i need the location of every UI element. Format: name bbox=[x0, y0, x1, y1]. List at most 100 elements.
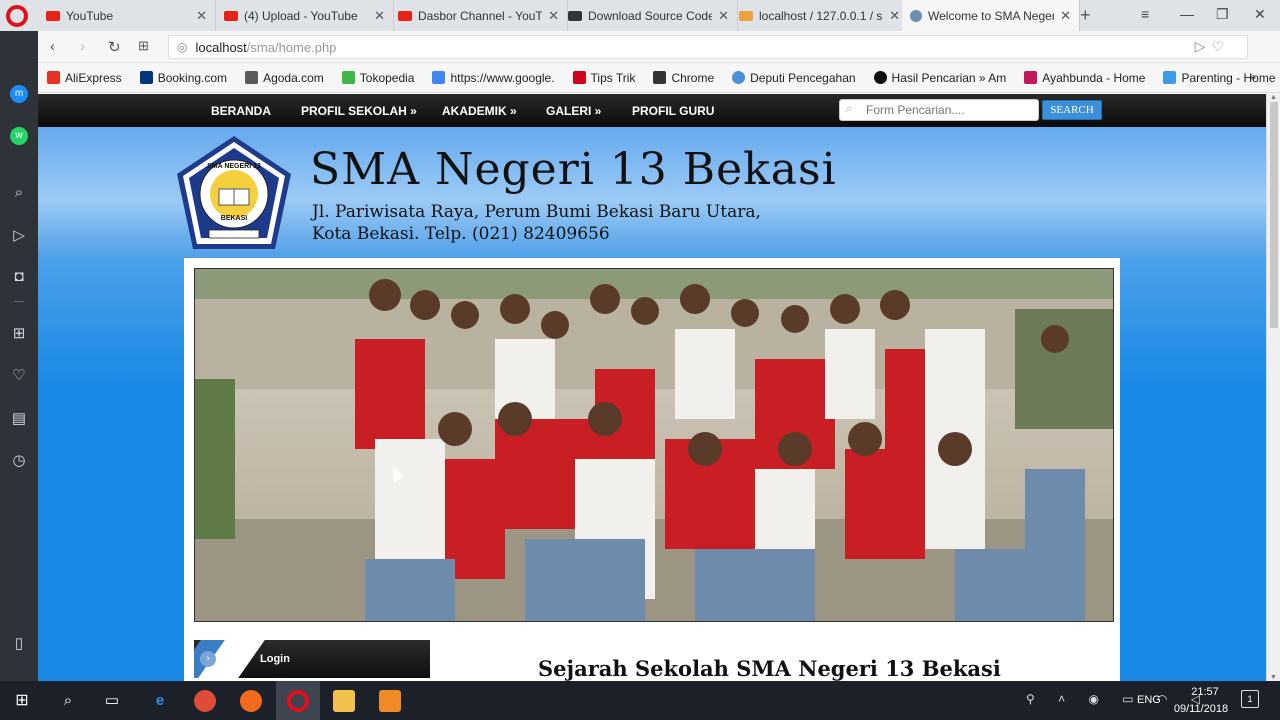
url-host: localhost bbox=[195, 39, 247, 55]
site-search-input[interactable] bbox=[839, 99, 1039, 121]
site-search-button[interactable]: SEARCH bbox=[1042, 100, 1102, 120]
close-tab-icon[interactable]: ✕ bbox=[718, 8, 729, 24]
firefox-icon[interactable] bbox=[240, 690, 262, 712]
news-icon[interactable]: ▤ bbox=[10, 410, 28, 428]
source-code-icon bbox=[568, 10, 582, 21]
opera-icon[interactable] bbox=[287, 690, 309, 712]
clock-time[interactable]: 21:57 bbox=[1180, 686, 1230, 698]
tab-title: (4) Upload - YouTube bbox=[244, 8, 358, 23]
browser-tab-youtube[interactable]: YouTube ✕ bbox=[38, 0, 216, 31]
document-icon bbox=[653, 71, 667, 84]
browser-tab-dasbor-channel[interactable]: Dasbor Channel - YouTu ✕ bbox=[390, 0, 568, 31]
search-icon: ⌕ bbox=[846, 101, 853, 115]
google-icon bbox=[432, 71, 446, 84]
close-tab-icon[interactable]: ✕ bbox=[548, 8, 559, 24]
scroll-down-icon[interactable]: ▼ bbox=[1270, 674, 1277, 681]
parenting-icon bbox=[1163, 71, 1177, 84]
speed-dial-icon[interactable]: ⊞ bbox=[10, 325, 28, 343]
page-scrollbar[interactable]: ▲ ▼ bbox=[1266, 94, 1280, 681]
speed-dial-icon[interactable]: ⊞ bbox=[138, 38, 149, 54]
bookmark-tips-trik[interactable]: Tips Trik bbox=[564, 71, 645, 85]
browser-tab-phpmyadmin[interactable]: localhost / 127.0.0.1 / sm ✕ bbox=[731, 0, 909, 31]
arrow-right-icon: › bbox=[200, 651, 216, 667]
edge-icon[interactable]: e bbox=[149, 690, 171, 712]
hero-photo bbox=[194, 268, 1114, 622]
nav-profil-guru[interactable]: PROFIL GURU bbox=[632, 104, 714, 118]
browser-tab-sma-negeri[interactable]: Welcome to SMA Negeri ✕ bbox=[902, 0, 1080, 31]
bookmark-label: AliExpress bbox=[65, 70, 122, 85]
sidebar-separator bbox=[14, 301, 24, 302]
login-widget[interactable]: › Login bbox=[194, 640, 430, 678]
whatsapp-icon[interactable]: w bbox=[10, 127, 28, 145]
input-language[interactable]: ENG bbox=[1137, 694, 1161, 706]
bookmark-label: Booking.com bbox=[157, 70, 228, 85]
task-view-icon[interactable]: ▭ bbox=[101, 690, 123, 712]
bookmark-label: Hasil Pencarian » Am bbox=[891, 70, 1007, 85]
restore-icon[interactable]: ❐ bbox=[1216, 6, 1229, 23]
forward-icon[interactable]: › bbox=[80, 38, 85, 55]
bookmark-chrome[interactable]: Chrome bbox=[644, 71, 723, 85]
tab-title: Download Source Code bbox=[588, 8, 713, 23]
close-window-icon[interactable]: ✕ bbox=[1254, 6, 1266, 23]
bookmark-booking[interactable]: Booking.com bbox=[131, 71, 236, 85]
browser-tab-download-source[interactable]: Download Source Code ✕ bbox=[560, 0, 738, 31]
windows-taskbar: ⊞ ⌕ ▭ e ⚲ ˄ ◉ ▭ ◠ ◁ ENG 21:57 09/11/2018… bbox=[0, 681, 1280, 720]
bookmark-hasil-pencarian[interactable]: Hasil Pencarian » Am bbox=[865, 71, 1016, 85]
scroll-up-icon[interactable]: ▲ bbox=[1270, 94, 1277, 101]
search-icon[interactable]: ⌕ bbox=[57, 690, 79, 712]
hasil-pencarian-icon bbox=[873, 71, 887, 84]
history-section-title: Sejarah Sekolah SMA Negeri 13 Bekasi bbox=[538, 656, 1001, 681]
bookmark-parenting[interactable]: Parenting - Home bbox=[1154, 71, 1280, 85]
sublime-text-icon[interactable] bbox=[379, 690, 401, 712]
chrome-icon[interactable] bbox=[194, 690, 216, 712]
nav-galeri[interactable]: GALERI » bbox=[546, 104, 601, 118]
snapshot-icon[interactable]: ◘ bbox=[10, 268, 28, 286]
school-address-line1: Jl. Pariwisata Raya, Perum Bumi Bekasi B… bbox=[312, 202, 761, 222]
more-bookmarks-icon[interactable]: » bbox=[1249, 70, 1256, 84]
opera-menu-icon[interactable] bbox=[6, 5, 28, 27]
nav-beranda[interactable]: BERANDA bbox=[211, 104, 271, 118]
students-photo-image bbox=[195, 269, 1113, 621]
back-icon[interactable]: ‹ bbox=[50, 38, 55, 55]
clock-date[interactable]: 09/11/2018 bbox=[1170, 703, 1232, 715]
windows-start-icon[interactable]: ⊞ bbox=[11, 690, 33, 712]
globe-icon bbox=[910, 9, 922, 22]
close-tab-icon[interactable]: ✕ bbox=[374, 8, 385, 24]
search-icon[interactable]: ⌕ bbox=[10, 184, 28, 202]
minimize-icon[interactable]: — bbox=[1180, 6, 1194, 22]
browser-tab-strip: YouTube ✕ (4) Upload - YouTube ✕ Dasbor … bbox=[0, 0, 1280, 31]
login-label: Login bbox=[260, 653, 290, 665]
bookmark-label: Agoda.com bbox=[263, 70, 324, 85]
bookmark-deputi-pencegahan[interactable]: Deputi Pencegahan bbox=[723, 71, 864, 85]
bookmark-google[interactable]: https://www.google. bbox=[423, 71, 563, 85]
bookmarks-heart-icon[interactable]: ♡ bbox=[10, 367, 28, 385]
aliexpress-icon bbox=[47, 71, 60, 84]
messenger-icon[interactable]: m bbox=[10, 85, 28, 103]
notification-center-icon[interactable]: 1 bbox=[1241, 690, 1259, 708]
sidebar-toggle-icon[interactable]: ▯ bbox=[10, 635, 28, 653]
close-tab-icon[interactable]: ✕ bbox=[1060, 8, 1071, 24]
youtube-icon bbox=[224, 10, 238, 21]
phpmyadmin-icon bbox=[739, 10, 753, 21]
url-field[interactable]: ◎ localhost/sma/home.php bbox=[168, 35, 1248, 59]
reload-icon[interactable]: ↻ bbox=[108, 38, 121, 56]
school-address-line2: Kota Bekasi. Telp. (021) 82409656 bbox=[312, 224, 610, 244]
history-icon[interactable]: ◷ bbox=[10, 452, 28, 470]
close-tab-icon[interactable]: ✕ bbox=[889, 8, 900, 24]
bookmark-aliexpress[interactable]: AliExpress bbox=[38, 71, 131, 85]
tab-menu-icon[interactable]: ≡ bbox=[1141, 6, 1149, 22]
browser-sidebar: m w ⌕ ▷ ◘ ⊞ ♡ ▤ ◷ ▯ bbox=[0, 31, 38, 681]
bookmark-agoda[interactable]: Agoda.com bbox=[236, 71, 333, 85]
browser-tab-upload-youtube[interactable]: (4) Upload - YouTube ✕ bbox=[216, 0, 394, 31]
scroll-thumb[interactable] bbox=[1270, 102, 1278, 328]
bookmark-ayahbunda[interactable]: Ayahbunda - Home bbox=[1015, 71, 1154, 85]
send-icon[interactable]: ▷ bbox=[10, 227, 28, 245]
send-and-bookmark-icons[interactable]: ▷♡ bbox=[1195, 38, 1230, 55]
nav-akademik[interactable]: AKADEMIK » bbox=[442, 104, 517, 118]
bookmark-label: Tokopedia bbox=[359, 70, 415, 85]
file-explorer-icon[interactable] bbox=[333, 690, 355, 712]
nav-profil-sekolah[interactable]: PROFIL SEKOLAH » bbox=[301, 104, 417, 118]
new-tab-icon[interactable]: + bbox=[1080, 5, 1091, 26]
bookmark-tokopedia[interactable]: Tokopedia bbox=[333, 71, 424, 85]
close-tab-icon[interactable]: ✕ bbox=[196, 8, 207, 24]
